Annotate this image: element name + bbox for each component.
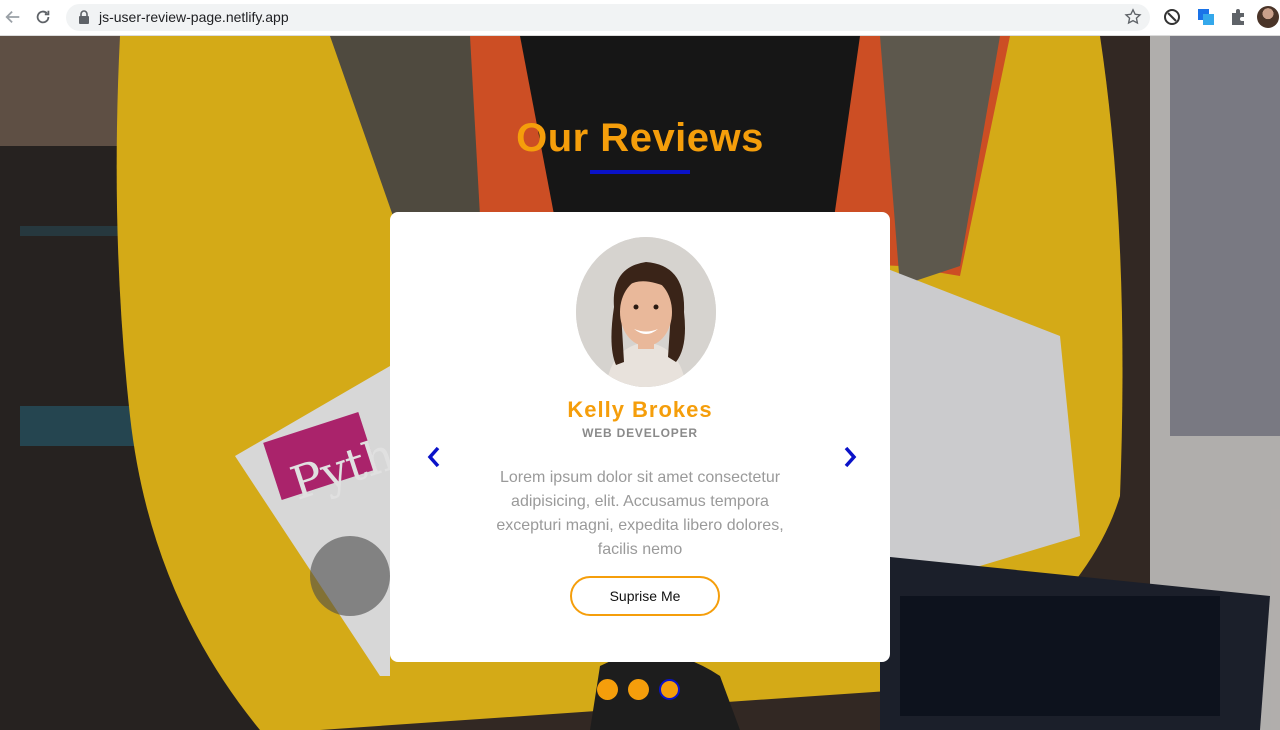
puzzle-icon[interactable] <box>1228 7 1248 27</box>
url-text: js-user-review-page.netlify.app <box>99 9 289 25</box>
surprise-me-button[interactable]: Suprise Me <box>570 576 720 616</box>
browser-toolbar: js-user-review-page.netlify.app <box>0 0 1280 36</box>
review-card: Kelly Brokes WEB DEVELOPER Lorem ipsum d… <box>390 212 890 662</box>
reload-icon[interactable] <box>32 6 54 28</box>
page-title: Our Reviews <box>516 116 764 160</box>
chevron-right-icon <box>844 446 857 468</box>
pagination-dot-2[interactable] <box>628 679 649 700</box>
next-review-button[interactable] <box>838 442 862 472</box>
address-bar[interactable]: js-user-review-page.netlify.app <box>66 4 1150 31</box>
extension-icon[interactable] <box>1162 7 1182 27</box>
lock-icon <box>79 10 89 24</box>
pagination-dot-3[interactable] <box>659 679 680 700</box>
review-page: Pytho Our Reviews Kelly Brokes WEB DEVEL… <box>0 36 1280 730</box>
back-arrow-icon[interactable] <box>2 6 24 28</box>
title-underline <box>590 170 690 174</box>
reviewer-name: Kelly Brokes <box>567 397 713 422</box>
pagination-dot-1[interactable] <box>597 679 618 700</box>
prev-review-button[interactable] <box>422 442 446 472</box>
pagination-dots <box>597 679 680 700</box>
chevron-left-icon <box>427 446 440 468</box>
star-icon[interactable] <box>1124 8 1142 26</box>
profile-avatar[interactable] <box>1257 6 1279 28</box>
review-text: Lorem ipsum dolor sit amet consectetur a… <box>496 469 784 558</box>
reviewer-avatar <box>576 237 716 387</box>
reviewer-job: WEB DEVELOPER <box>582 426 698 440</box>
translate-extension-icon[interactable] <box>1196 7 1216 27</box>
